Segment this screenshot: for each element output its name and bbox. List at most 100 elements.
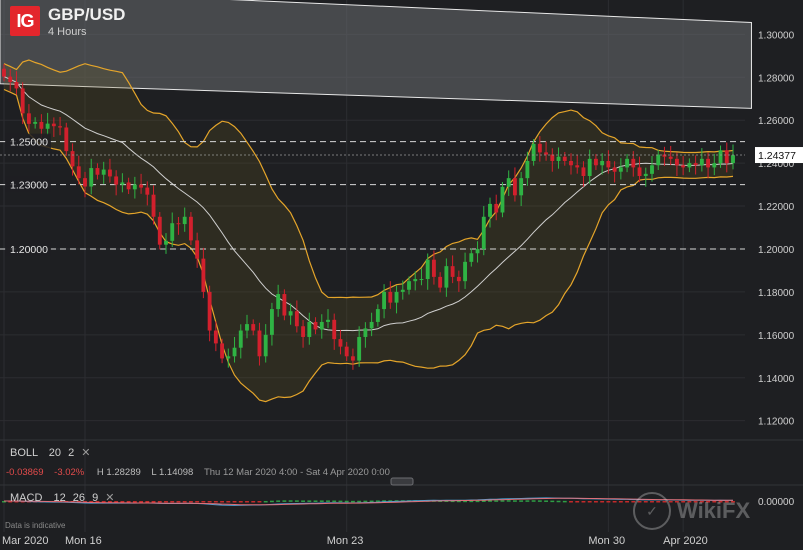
- macd-histogram-bar: [363, 500, 368, 503]
- candle-body: [537, 143, 542, 153]
- candle-body: [164, 240, 168, 245]
- candle-body: [294, 311, 299, 327]
- watermark: ✓ WikiFX: [633, 492, 750, 530]
- y-tick-label: 1.16000: [758, 331, 795, 342]
- candle-body: [288, 311, 293, 316]
- macd-close-icon[interactable]: ✕: [105, 492, 114, 504]
- candle-body: [188, 216, 193, 241]
- candle-body: [419, 279, 424, 281]
- boll-name: BOLL: [10, 447, 38, 459]
- macd-signal: 9: [92, 492, 99, 504]
- boll-indicator-label[interactable]: BOLL 20 2 ✕: [10, 446, 91, 459]
- macd-histogram-bar: [132, 501, 137, 503]
- candle-body: [712, 163, 717, 168]
- candle-body: [668, 156, 673, 159]
- macd-histogram-bar: [157, 501, 162, 503]
- candle-body: [207, 291, 212, 331]
- candle-body: [375, 309, 380, 322]
- macd-histogram-bar: [593, 501, 598, 503]
- candle-body: [625, 158, 630, 168]
- level-tag-label: 1.23000: [10, 180, 48, 192]
- boll-close-icon[interactable]: ✕: [81, 447, 90, 459]
- macd-histogram-bar: [369, 500, 374, 503]
- y-tick-label: 1.28000: [758, 73, 795, 84]
- macd-histogram-bar: [488, 500, 492, 502]
- candle-body: [643, 173, 648, 176]
- candle-body: [556, 156, 561, 161]
- macd-histogram-bar: [282, 500, 287, 502]
- candle-body: [456, 276, 461, 282]
- macd-histogram-bar: [176, 501, 181, 503]
- macd-histogram-bar: [357, 500, 362, 503]
- candle-body: [394, 291, 399, 303]
- high-label: H: [96, 467, 104, 478]
- candle-body: [64, 127, 69, 152]
- high-value: 1.28289: [106, 467, 141, 478]
- level-tag-label: 1.25000: [10, 137, 48, 149]
- candle-body: [718, 150, 723, 164]
- macd-histogram-bar: [531, 500, 536, 502]
- macd-histogram-bar: [257, 501, 262, 503]
- candle-body: [650, 165, 654, 174]
- chart-header: IG GBP/USD 4 Hours: [10, 6, 125, 38]
- candle-body: [120, 182, 125, 185]
- candle-body: [357, 336, 362, 361]
- y-tick-label: 1.20000: [758, 245, 795, 256]
- candle-body: [544, 152, 549, 155]
- macd-histogram-bar: [139, 501, 144, 503]
- macd-histogram-bar: [164, 501, 168, 503]
- candle-body: [593, 158, 598, 166]
- candle-body: [45, 123, 50, 129]
- candle-body: [76, 166, 81, 179]
- candle-body: [14, 81, 19, 89]
- low-value: 1.14098: [158, 467, 194, 478]
- macd-histogram-bar: [338, 500, 343, 503]
- candle-body: [706, 158, 711, 168]
- level-tag-label: 1.20000: [10, 244, 48, 256]
- candle-body: [407, 281, 411, 290]
- candle-body: [531, 143, 536, 161]
- y-tick-label: 1.18000: [758, 288, 795, 299]
- macd-histogram-bar: [581, 501, 586, 503]
- candle-body: [232, 347, 237, 357]
- macd-histogram-bar: [350, 500, 355, 503]
- candle-body: [257, 330, 262, 357]
- candle-body: [618, 167, 623, 172]
- macd-histogram-bar: [195, 501, 200, 503]
- candle-body: [269, 309, 274, 335]
- macd-histogram-bar: [145, 501, 150, 503]
- candle-body: [276, 294, 281, 310]
- candle-body: [506, 178, 511, 187]
- x-tick-label: Mar 2020: [2, 535, 48, 547]
- candle-body: [2, 68, 6, 77]
- candle-body: [469, 253, 474, 262]
- candle-body: [220, 343, 225, 359]
- macd-histogram-bar: [313, 500, 318, 502]
- candle-body: [731, 155, 735, 164]
- candle-body: [182, 216, 187, 225]
- candle-body: [132, 184, 137, 190]
- candle-body: [83, 178, 87, 187]
- candle-body: [58, 126, 63, 128]
- timeframe-label[interactable]: 4 Hours: [48, 26, 125, 38]
- candle-body: [388, 291, 393, 303]
- macd-histogram-bar: [569, 501, 573, 503]
- macd-histogram-bar: [288, 500, 293, 502]
- candle-body: [126, 182, 131, 190]
- macd-histogram-bar: [525, 500, 530, 502]
- candle-body: [245, 324, 249, 331]
- candle-body: [282, 294, 287, 316]
- candle-body: [525, 160, 530, 179]
- current-price-label: 1.24377: [758, 150, 796, 162]
- candle-body: [413, 279, 418, 282]
- candle-body: [319, 321, 324, 330]
- candle-body: [350, 356, 355, 361]
- macd-histogram-bar: [170, 501, 175, 503]
- candle-body: [519, 178, 524, 196]
- candle-body: [699, 158, 704, 166]
- macd-histogram-bar: [301, 500, 306, 502]
- candle-body: [20, 88, 25, 114]
- macd-fast: 12: [53, 492, 66, 504]
- macd-indicator-label[interactable]: MACD 12 26 9 ✕: [10, 491, 114, 504]
- macd-histogram-bar: [213, 501, 218, 503]
